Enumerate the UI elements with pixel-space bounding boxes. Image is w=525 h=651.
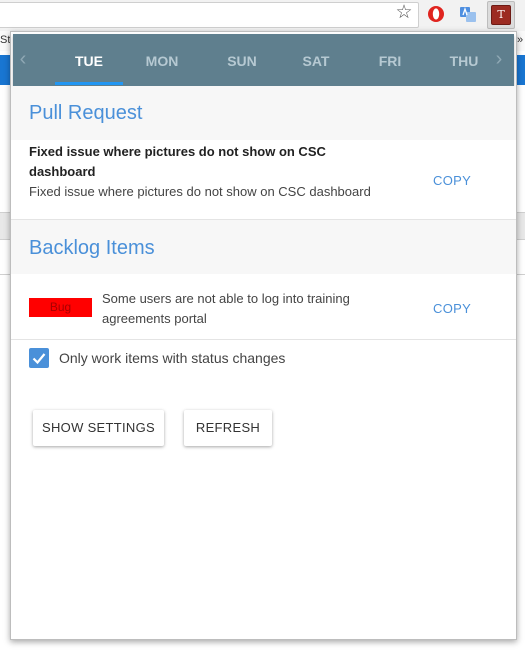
pull-request-item-title: Fixed issue where pictures do not show o… — [29, 144, 326, 179]
status-changes-label[interactable]: Only work items with status changes — [59, 350, 285, 366]
status-changes-checkbox[interactable] — [29, 348, 49, 368]
backlog-header: Backlog Items — [11, 220, 516, 274]
pull-request-title: Pull Request — [29, 102, 143, 124]
background-page-row — [0, 212, 10, 240]
address-bar[interactable] — [0, 2, 419, 28]
pull-request-copy-button[interactable]: COPY — [433, 173, 471, 188]
backlog-item-description: Some users are not able to log into trai… — [102, 291, 350, 326]
day-tab-bar: ‹ TUE MON SUN SAT FRI THU › — [13, 34, 514, 86]
active-tab-indicator — [55, 82, 123, 85]
background-page-header — [0, 55, 10, 85]
backlog-title: Backlog Items — [29, 237, 155, 259]
bookmarks-overflow-chevron[interactable]: » — [517, 34, 523, 46]
chevron-left-icon[interactable]: ‹ — [13, 34, 33, 86]
chevron-right-icon[interactable]: › — [489, 34, 509, 86]
tab-tue[interactable]: TUE — [51, 34, 127, 86]
tab-fri[interactable]: FRI — [357, 34, 423, 86]
bookmark-star-icon[interactable]: ☆ — [394, 3, 414, 23]
tab-sun[interactable]: SUN — [209, 34, 275, 86]
pull-request-item-description: Fixed issue where pictures do not show o… — [29, 184, 371, 199]
bug-type-badge: Bug — [29, 298, 92, 317]
browser-toolbar: ☆ T — [0, 0, 525, 32]
bookmark-item[interactable]: St — [0, 34, 10, 46]
tab-thu[interactable]: THU — [431, 34, 497, 86]
backlog-copy-button[interactable]: COPY — [433, 301, 471, 316]
checkmark-icon — [32, 353, 46, 365]
tab-sat[interactable]: SAT — [283, 34, 349, 86]
show-settings-button[interactable]: SHOW SETTINGS — [33, 410, 164, 446]
opera-icon[interactable] — [426, 4, 446, 24]
refresh-button[interactable]: REFRESH — [184, 410, 272, 446]
extension-popup: ‹ TUE MON SUN SAT FRI THU › Pull Request… — [10, 31, 517, 640]
translate-extension-icon[interactable] — [458, 4, 478, 24]
background-page-divider — [0, 274, 10, 275]
pull-request-header: Pull Request — [11, 86, 516, 140]
timesheet-extension-icon[interactable]: T — [491, 5, 511, 25]
divider — [11, 339, 516, 340]
tab-mon[interactable]: MON — [129, 34, 195, 86]
